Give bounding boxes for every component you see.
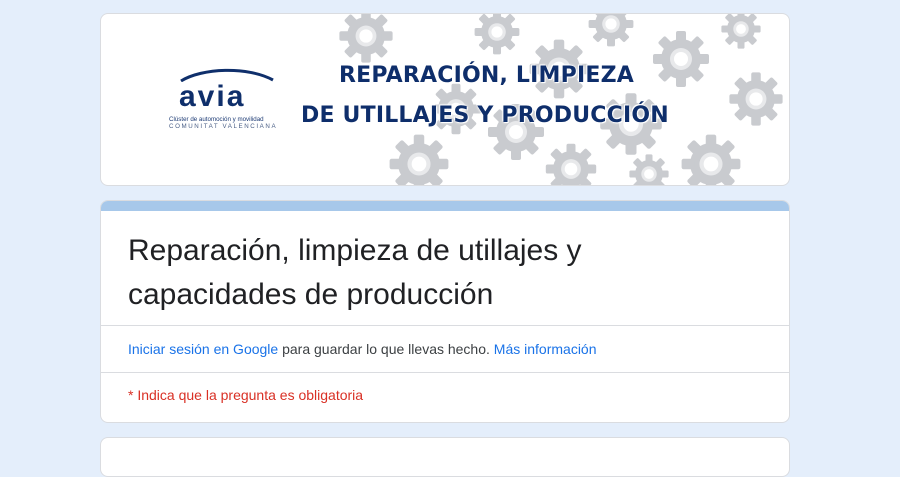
divider [101, 372, 789, 373]
logo-region: COMUNITAT VALENCIANA [169, 123, 278, 130]
logo-wordmark: avia [179, 80, 246, 113]
logo-subtitle: Clúster de automoción y movilidad [169, 116, 264, 123]
signin-notice: Iniciar sesión en Google para guardar lo… [128, 341, 597, 357]
form-title-card: Reparación, limpieza de utillajes y capa… [100, 200, 790, 423]
avia-logo: avia Clúster de automoción y movilidad C… [163, 68, 303, 130]
form-title: Reparación, limpieza de utillajes y capa… [128, 234, 582, 311]
signin-text: para guardar lo que llevas hecho. [278, 341, 494, 357]
header-banner: avia Clúster de automoción y movilidad C… [100, 13, 790, 186]
divider [101, 325, 789, 326]
banner-headline-line2: DE UTILLAJES Y PRODUCCIÓN [301, 103, 669, 128]
signin-link[interactable]: Iniciar sesión en Google [128, 341, 278, 357]
banner-headline-line1: REPARACIÓN, LIMPIEZA [339, 63, 634, 88]
accent-bar [101, 201, 789, 211]
more-info-link[interactable]: Más información [494, 341, 597, 357]
required-note: * Indica que la pregunta es obligatoria [128, 387, 364, 403]
question-card [100, 437, 790, 477]
